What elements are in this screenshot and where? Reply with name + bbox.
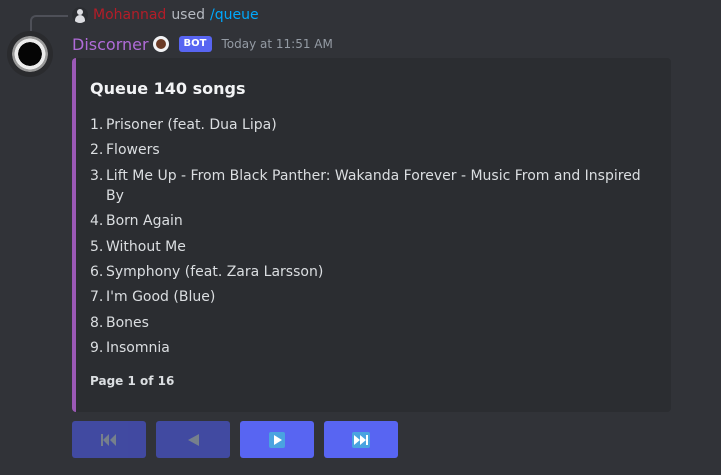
next-icon: [269, 431, 285, 448]
message-header: Discorner BOT Today at 11:51 AM: [72, 33, 333, 55]
embed-title: Queue 140 songs: [90, 79, 246, 98]
song-item: 6. Symphony (feat. Zara Larsson): [90, 262, 650, 282]
song-number: 6.: [90, 263, 104, 280]
reply-connector: [30, 15, 68, 31]
song-title: Bones: [106, 314, 149, 331]
song-number: 9.: [90, 340, 104, 357]
slash-command-link[interactable]: /queue: [210, 7, 259, 23]
bot-badge: BOT: [178, 36, 212, 52]
last-page-button[interactable]: [324, 421, 398, 458]
skip-to-end-icon: [352, 431, 370, 448]
song-item: 3. Lift Me Up - From Black Panther: Wakan…: [90, 166, 650, 206]
reply-used-label: used: [171, 7, 205, 23]
command-reply-bar[interactable]: Mohannad used /queue: [72, 5, 259, 25]
song-title: Insomnia: [106, 340, 170, 357]
queue-embed: Queue 140 songs 1. Prisoner (feat. Dua Li…: [72, 58, 671, 412]
embed-footer-page-indicator: Page 1 of 16: [90, 374, 175, 388]
song-title: I'm Good (Blue): [106, 289, 216, 306]
song-number: 4.: [90, 213, 104, 230]
song-title: Prisoner (feat. Dua Lipa): [106, 117, 277, 133]
next-page-button[interactable]: [240, 421, 314, 458]
song-number: 3.: [90, 167, 104, 184]
pagination-buttons: [72, 421, 398, 458]
song-number: 5.: [90, 238, 104, 255]
song-title: Without Me: [106, 238, 186, 255]
previous-page-button[interactable]: [156, 421, 230, 458]
song-item: 8. Bones: [90, 313, 650, 333]
song-title: Symphony (feat. Zara Larsson): [106, 263, 324, 280]
song-title: Flowers: [106, 142, 160, 159]
previous-icon: [188, 433, 199, 446]
coffee-icon: [152, 36, 169, 52]
song-list: 1. Prisoner (feat. Dua Lipa) 2. Flowers 3.…: [90, 115, 650, 364]
song-item: 2. Flowers: [90, 140, 650, 160]
song-number: 8.: [90, 314, 104, 331]
first-page-button[interactable]: [72, 421, 146, 458]
skip-to-start-icon: [101, 433, 116, 446]
song-item: 1. Prisoner (feat. Dua Lipa): [90, 115, 650, 135]
song-title: Lift Me Up - From Black Panther: Wakanda…: [106, 167, 641, 204]
song-item: 9. Insomnia: [90, 338, 650, 358]
chat-message: Mohannad used /queue Discorner BOT Today…: [0, 0, 721, 475]
song-item: 4. Born Again: [90, 211, 650, 231]
bot-username[interactable]: Discorner: [72, 35, 149, 54]
song-number: 1.: [90, 117, 104, 133]
song-title: Born Again: [106, 213, 183, 230]
song-number: 7.: [90, 289, 104, 306]
message-timestamp[interactable]: Today at 11:51 AM: [222, 37, 333, 51]
song-number: 2.: [90, 142, 104, 159]
reply-user-avatar[interactable]: [72, 7, 88, 23]
song-item: 5. Without Me: [90, 237, 650, 257]
song-item: 7. I'm Good (Blue): [90, 287, 650, 307]
reply-username[interactable]: Mohannad: [93, 7, 166, 23]
bot-avatar[interactable]: [7, 31, 53, 77]
